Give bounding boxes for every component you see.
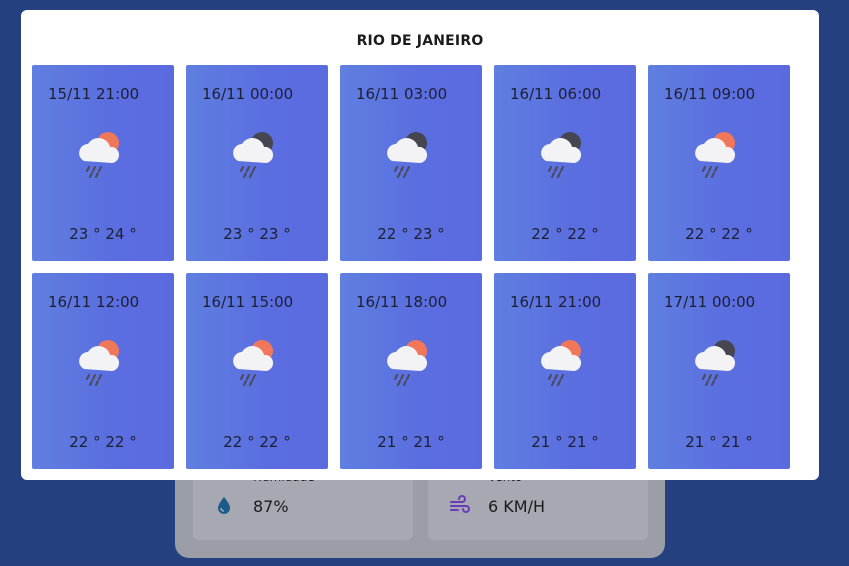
forecast-time: 17/11 00:00 bbox=[664, 293, 756, 311]
forecast-temperature: 22 ° 23 ° bbox=[377, 225, 445, 243]
water-drop-icon bbox=[218, 497, 230, 514]
rain-moon-icon bbox=[233, 132, 274, 178]
humidity-value: 87% bbox=[253, 497, 289, 516]
forecast-temperature: 22 ° 22 ° bbox=[69, 433, 137, 451]
forecast-card: 15/11 21:00 23 ° 24 ° bbox=[32, 65, 174, 261]
forecast-time: 16/11 03:00 bbox=[356, 85, 448, 103]
forecast-card: 16/11 21:00 21 ° 21 ° bbox=[494, 273, 636, 469]
forecast-temperature: 22 ° 22 ° bbox=[223, 433, 291, 451]
forecast-temperature: 21 ° 21 ° bbox=[685, 433, 753, 451]
forecast-time: 15/11 21:00 bbox=[48, 85, 140, 103]
rain-moon-icon bbox=[695, 340, 736, 386]
forecast-temperature: 23 ° 23 ° bbox=[223, 225, 291, 243]
rain-moon-icon bbox=[387, 132, 428, 178]
forecast-time: 16/11 21:00 bbox=[510, 293, 602, 311]
forecast-time: 16/11 12:00 bbox=[48, 293, 140, 311]
rain-sun-icon bbox=[233, 340, 274, 386]
forecast-modal: RIO DE JANEIRO 15/11 21:00 23 ° 24 ° 16/1… bbox=[21, 10, 819, 480]
forecast-card: 17/11 00:00 21 ° 21 ° bbox=[648, 273, 790, 469]
forecast-temperature: 22 ° 22 ° bbox=[531, 225, 599, 243]
forecast-card: 16/11 03:00 22 ° 23 ° bbox=[340, 65, 482, 261]
forecast-temperature: 22 ° 22 ° bbox=[685, 225, 753, 243]
rain-sun-icon bbox=[79, 340, 120, 386]
forecast-time: 16/11 15:00 bbox=[202, 293, 294, 311]
forecast-time: 16/11 00:00 bbox=[202, 85, 294, 103]
wind-icon bbox=[450, 495, 470, 513]
rain-moon-icon bbox=[541, 132, 582, 178]
forecast-time: 16/11 18:00 bbox=[356, 293, 448, 311]
forecast-card: 16/11 18:00 21 ° 21 ° bbox=[340, 273, 482, 469]
forecast-time: 16/11 09:00 bbox=[664, 85, 756, 103]
forecast-card: 16/11 00:00 23 ° 23 ° bbox=[186, 65, 328, 261]
forecast-card: 16/11 15:00 22 ° 22 ° bbox=[186, 273, 328, 469]
modal-title: RIO DE JANEIRO bbox=[356, 33, 484, 49]
rain-sun-icon bbox=[541, 340, 582, 386]
forecast-temperature: 21 ° 21 ° bbox=[531, 433, 599, 451]
forecast-card: 16/11 06:00 22 ° 22 ° bbox=[494, 65, 636, 261]
forecast-card: 16/11 12:00 22 ° 22 ° bbox=[32, 273, 174, 469]
forecast-time: 16/11 06:00 bbox=[510, 85, 602, 103]
wind-value: 6 KM/H bbox=[488, 497, 545, 516]
forecast-temperature: 23 ° 24 ° bbox=[69, 225, 137, 243]
rain-sun-icon bbox=[695, 132, 736, 178]
rain-sun-icon bbox=[79, 132, 120, 178]
forecast-temperature: 21 ° 21 ° bbox=[377, 433, 445, 451]
rain-sun-icon bbox=[387, 340, 428, 386]
forecast-grid: 15/11 21:00 23 ° 24 ° 16/11 00:00 23 ° 23… bbox=[32, 65, 790, 469]
forecast-card: 16/11 09:00 22 ° 22 ° bbox=[648, 65, 790, 261]
